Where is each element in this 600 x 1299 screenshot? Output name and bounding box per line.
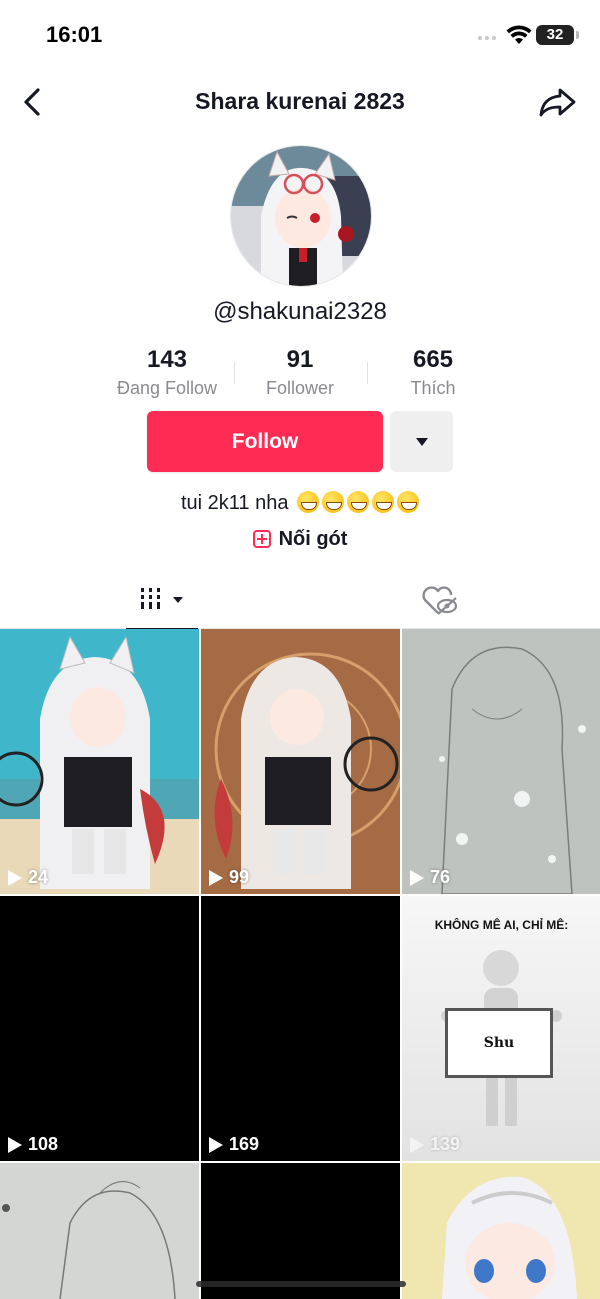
stat-following[interactable]: 143 Đang Follow xyxy=(100,346,234,399)
grinning-face-icon xyxy=(297,491,320,513)
play-icon xyxy=(209,1136,223,1153)
play-icon xyxy=(209,869,223,886)
status-bar: 16:01 32 xyxy=(0,0,600,72)
video-thumbnail[interactable]: KHÔNG MÊ AI, CHỈ MÊ: Shu 139 xyxy=(402,896,600,1161)
view-count: 76 xyxy=(410,867,450,888)
grinning-face-icon xyxy=(372,491,395,513)
cellular-signal-icon xyxy=(478,36,496,40)
profile-bio: tui 2k11 nha xyxy=(0,491,600,515)
stat-following-label: Đang Follow xyxy=(116,378,218,398)
chevron-down-icon xyxy=(173,597,183,603)
profile-tabs xyxy=(0,570,600,630)
play-icon xyxy=(8,1136,22,1153)
play-icon xyxy=(410,1136,424,1153)
duet-link[interactable]: Nối gót xyxy=(0,528,600,551)
video-grid: 24 99 76 108 169 KHÔNG MÊ AI, CHỈ MÊ: Sh… xyxy=(0,629,600,1299)
video-thumbnail[interactable]: 169 xyxy=(201,896,400,1161)
profile-stats: 143 Đang Follow 91 Follower 665 Thích xyxy=(100,346,500,406)
home-indicator[interactable] xyxy=(196,1281,406,1287)
grinning-face-icon xyxy=(397,491,420,513)
avatar[interactable] xyxy=(230,145,372,287)
grinning-face-icon xyxy=(347,491,370,513)
view-count: 99 xyxy=(209,867,249,888)
view-count: 139 xyxy=(410,1134,460,1155)
stat-followers-label: Follower xyxy=(265,378,335,398)
video-thumbnail[interactable]: 24 xyxy=(0,629,199,894)
profile-handle: @shakunai2328 xyxy=(213,298,387,325)
battery-icon: 32 xyxy=(536,25,579,45)
grinning-face-icon xyxy=(322,491,345,513)
play-icon xyxy=(8,869,22,886)
video-thumbnail[interactable] xyxy=(0,1163,199,1299)
video-thumbnail[interactable]: 99 xyxy=(201,629,400,894)
bio-text: tui 2k11 nha xyxy=(180,492,289,514)
stat-following-count: 143 xyxy=(146,346,188,373)
video-thumbnail[interactable] xyxy=(402,1163,600,1299)
share-icon[interactable] xyxy=(538,84,578,120)
video-thumbnail[interactable]: 108 xyxy=(0,896,199,1161)
stat-likes-label: Thích xyxy=(410,378,456,398)
meme-sign: Shu xyxy=(445,1008,553,1078)
avatar-image xyxy=(231,146,371,286)
top-nav: Shara kurenai 2823 xyxy=(0,72,600,132)
status-time: 16:01 xyxy=(46,22,103,47)
add-box-icon xyxy=(252,530,271,548)
stat-followers-count: 91 xyxy=(286,346,314,373)
tab-videos[interactable] xyxy=(126,570,198,630)
wifi-icon xyxy=(506,25,532,44)
view-count: 169 xyxy=(209,1134,259,1155)
duet-link-label: Nối gót xyxy=(278,528,348,550)
grid-icon xyxy=(141,588,183,609)
view-count: 108 xyxy=(8,1134,58,1155)
stat-followers[interactable]: 91 Follower xyxy=(233,346,367,399)
video-thumbnail[interactable] xyxy=(201,1163,400,1299)
page-title: Shara kurenai 2823 xyxy=(195,88,405,114)
suggested-accounts-dropdown-button[interactable] xyxy=(390,411,453,472)
video-thumbnail[interactable]: 76 xyxy=(402,629,600,894)
hidden-heart-icon[interactable] xyxy=(416,580,464,620)
view-count: 24 xyxy=(8,867,48,888)
play-icon xyxy=(410,869,424,886)
stat-likes-count: 665 xyxy=(412,346,454,373)
follow-button[interactable]: Follow xyxy=(147,411,383,472)
stat-likes[interactable]: 665 Thích xyxy=(366,346,500,399)
